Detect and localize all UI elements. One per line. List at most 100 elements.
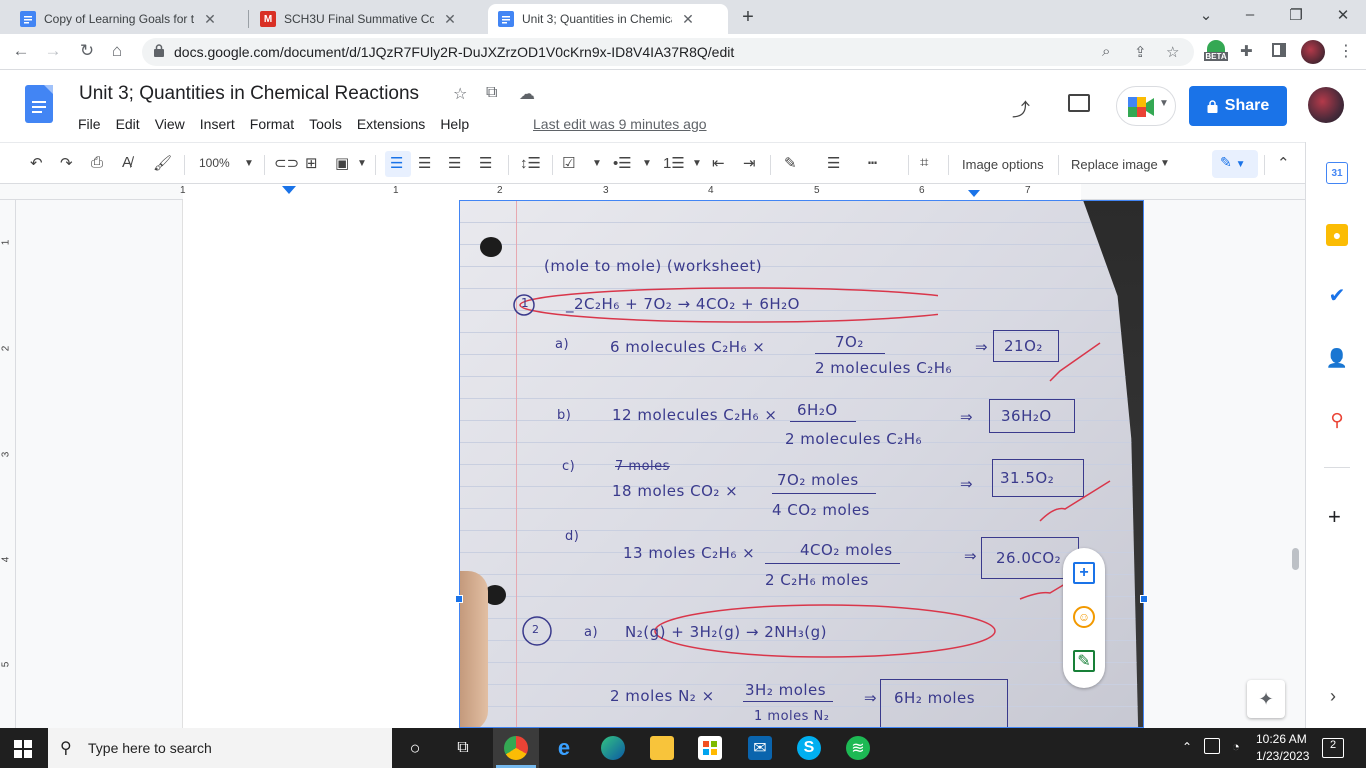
chevron-down-icon[interactable]: ▼ — [1160, 158, 1170, 169]
align-right-icon[interactable]: ☰ — [448, 154, 461, 172]
scrollbar-thumb[interactable] — [1292, 548, 1299, 570]
tray-app-icon[interactable] — [1204, 738, 1220, 754]
menu-tools[interactable]: Tools — [309, 116, 342, 132]
file-explorer-icon[interactable] — [650, 736, 674, 760]
show-side-panel-chevron-icon[interactable]: › — [1330, 686, 1336, 707]
restore-icon[interactable]: ❐ — [1286, 6, 1306, 24]
image-options-button[interactable]: Image options — [962, 157, 1044, 172]
crop-icon[interactable]: ⌗ — [920, 154, 928, 171]
undo-icon[interactable]: ↶ — [30, 154, 43, 172]
browser-tab-learning-goals[interactable]: Copy of Learning Goals for the D ✕ — [10, 4, 248, 34]
forward-arrow-icon[interactable]: → — [42, 41, 64, 61]
chevron-down-icon[interactable]: ▼ — [692, 158, 702, 169]
numbered-list-icon[interactable]: 1☰ — [663, 154, 685, 172]
minimize-icon[interactable]: – — [1240, 6, 1260, 23]
chevron-down-icon[interactable]: ▼ — [244, 158, 254, 169]
document-canvas[interactable]: (mole to mole) (worksheet) 1 _2C₂H₆ + 7O… — [16, 200, 1305, 728]
border-weight-icon[interactable]: ☰ — [827, 154, 840, 172]
keep-icon[interactable]: ● — [1326, 224, 1348, 246]
edge-icon[interactable] — [601, 736, 625, 760]
star-icon[interactable]: ☆ — [453, 84, 467, 104]
task-view-icon[interactable]: ⧉ — [451, 736, 475, 760]
activity-dashboard-icon[interactable]: ⤴ — [1012, 96, 1030, 122]
resize-handle[interactable] — [1140, 595, 1148, 603]
checklist-icon[interactable]: ☑ — [562, 154, 575, 172]
comment-history-icon[interactable] — [1068, 94, 1090, 112]
docs-logo-icon[interactable] — [25, 85, 53, 123]
collapse-chevron-up-icon[interactable]: ⌃ — [1277, 154, 1290, 172]
browser-tab-unit3[interactable]: Unit 3; Quantities in Chemical Re ✕ — [488, 4, 728, 34]
menu-file[interactable]: File — [78, 116, 101, 132]
document-title[interactable]: Unit 3; Quantities in Chemical Reactions — [79, 83, 419, 105]
account-avatar[interactable] — [1308, 87, 1344, 123]
close-window-icon[interactable]: ✕ — [1333, 6, 1353, 24]
spellcheck-icon[interactable]: A̸ — [122, 154, 132, 171]
redo-icon[interactable]: ↷ — [60, 154, 73, 172]
increase-indent-icon[interactable]: ⇥ — [743, 154, 756, 172]
chrome-icon[interactable] — [504, 736, 528, 760]
zoom-magnifier-icon[interactable]: ⌕ — [1102, 43, 1110, 60]
wifi-icon[interactable]: ◔ — [1232, 739, 1240, 754]
calendar-icon[interactable]: 31 — [1326, 162, 1348, 184]
reload-icon[interactable]: ↻ — [76, 41, 98, 61]
emoji-reaction-icon[interactable]: ☺ — [1073, 606, 1095, 628]
horizontal-ruler[interactable]: 1 1 2 3 4 5 6 7 — [0, 184, 1305, 200]
beta-extension-icon[interactable]: BETA — [1204, 40, 1228, 64]
replace-image-button[interactable]: Replace image — [1071, 157, 1158, 172]
align-center-icon[interactable]: ☰ — [418, 154, 431, 172]
right-indent-marker-icon[interactable] — [968, 190, 980, 198]
menu-view[interactable]: View — [155, 116, 185, 132]
left-indent-marker-icon[interactable] — [282, 186, 296, 196]
contacts-icon[interactable]: 👤 — [1326, 347, 1348, 369]
microsoft-store-icon[interactable] — [698, 736, 722, 760]
justify-icon[interactable]: ☰ — [479, 154, 492, 172]
menu-format[interactable]: Format — [250, 116, 294, 132]
document-page[interactable]: (mole to mole) (worksheet) 1 _2C₂H₆ + 7O… — [183, 200, 1148, 728]
paint-format-icon[interactable]: 🖌 — [153, 154, 172, 172]
clock-date[interactable]: 1/23/2023 — [1256, 749, 1309, 763]
editing-mode-button[interactable]: ✎ ▼ — [1212, 150, 1258, 178]
back-arrow-icon[interactable]: ← — [10, 41, 32, 61]
chevron-down-icon[interactable]: ▼ — [357, 158, 367, 169]
mail-icon[interactable]: ✉ — [748, 736, 772, 760]
share-button[interactable]: Share — [1189, 86, 1287, 126]
skype-icon[interactable]: S — [797, 736, 821, 760]
tasks-icon[interactable]: ✔ — [1326, 284, 1348, 307]
spotify-icon[interactable]: ≋ — [846, 736, 870, 760]
cortana-icon[interactable]: ○ — [403, 736, 427, 760]
close-tab-icon[interactable]: ✕ — [680, 11, 696, 28]
last-edit-link[interactable]: Last edit was 9 minutes ago — [533, 116, 707, 132]
chevron-down-icon[interactable]: ▼ — [642, 158, 652, 169]
explore-button[interactable]: ✦ — [1247, 680, 1285, 718]
meet-button[interactable]: ▼ — [1116, 86, 1176, 126]
taskbar-search[interactable]: ⚲ Type here to search — [48, 728, 392, 768]
chevron-down-icon[interactable]: ▼ — [592, 158, 602, 169]
menu-help[interactable]: Help — [440, 116, 469, 132]
suggest-edits-icon[interactable]: ✎ — [1073, 650, 1095, 672]
home-icon[interactable]: ⌂ — [106, 41, 128, 61]
add-comment-icon[interactable]: + — [1073, 562, 1095, 584]
menu-extensions[interactable]: Extensions — [357, 116, 425, 132]
show-hidden-icons-chevron-icon[interactable]: ⌃ — [1182, 740, 1192, 754]
url-text[interactable]: docs.google.com/document/d/1JQzR7FUly2R-… — [174, 44, 734, 60]
side-panel-icon[interactable] — [1272, 43, 1286, 57]
browser-tab-sch3u[interactable]: M SCH3U Final Summative Concept ✕ — [250, 4, 486, 34]
clock-time[interactable]: 10:26 AM — [1256, 732, 1307, 746]
get-addons-icon[interactable]: + — [1328, 504, 1341, 530]
move-folder-icon[interactable]: ⧉ — [486, 84, 497, 102]
decrease-indent-icon[interactable]: ⇤ — [712, 154, 725, 172]
resize-handle[interactable] — [455, 595, 463, 603]
add-comment-icon[interactable]: ⊞ — [305, 154, 318, 172]
insert-image-icon[interactable]: ▣ — [335, 154, 349, 172]
border-dash-icon[interactable]: ┅ — [868, 154, 877, 172]
worksheet-photo[interactable]: (mole to mole) (worksheet) 1 _2C₂H₆ + 7O… — [459, 200, 1144, 728]
close-tab-icon[interactable]: ✕ — [442, 11, 458, 28]
tab-search-chevron-icon[interactable]: ⌄ — [1196, 6, 1216, 24]
align-left-button[interactable]: ☰ — [385, 151, 411, 177]
pen-border-color-icon[interactable]: ✎ — [784, 154, 797, 172]
more-menu-icon[interactable]: ⋮ — [1338, 41, 1354, 61]
notification-center-icon[interactable]: 2 — [1322, 738, 1344, 758]
menu-edit[interactable]: Edit — [116, 116, 140, 132]
new-tab-button[interactable]: + — [738, 6, 758, 29]
maps-icon[interactable]: ⚲ — [1326, 409, 1348, 431]
